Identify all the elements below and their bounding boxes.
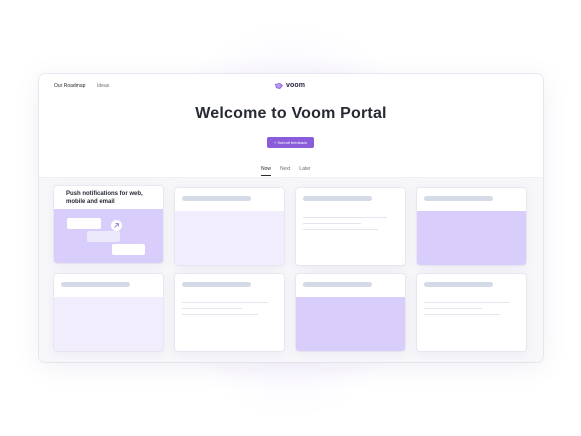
chat-bubble-icon bbox=[67, 218, 101, 229]
arrow-up-right-icon bbox=[111, 220, 122, 231]
placeholder-line bbox=[424, 308, 482, 309]
placeholder-line bbox=[303, 229, 378, 230]
nav-our-roadmap[interactable]: Our Roadmap bbox=[54, 83, 85, 89]
chat-bubble-icon bbox=[112, 244, 145, 255]
placeholder-line bbox=[182, 302, 268, 303]
roadmap-card[interactable] bbox=[296, 274, 405, 351]
roadmap-card[interactable] bbox=[417, 274, 526, 351]
placeholder-line bbox=[424, 302, 510, 303]
brand-name: voom bbox=[286, 82, 306, 89]
page-title: Welcome to Voom Portal bbox=[195, 105, 387, 122]
placeholder-bar bbox=[303, 282, 372, 287]
chat-bubble-icon bbox=[87, 231, 120, 242]
placeholder-bar bbox=[424, 282, 493, 287]
placeholder-line bbox=[182, 314, 258, 315]
placeholder-line bbox=[424, 314, 500, 315]
card-image-placeholder bbox=[54, 297, 163, 351]
card-image-placeholder bbox=[296, 297, 405, 351]
nav-ideas[interactable]: Ideas bbox=[97, 83, 109, 89]
app-window: Our Roadmap Ideas voom Welcome to Voom P… bbox=[39, 74, 543, 362]
placeholder-bar bbox=[424, 196, 493, 201]
placeholder-line bbox=[182, 308, 242, 309]
roadmap-tabs: Now Next Later bbox=[261, 166, 311, 176]
roadmap-card[interactable] bbox=[296, 188, 405, 265]
placeholder-bar bbox=[61, 282, 130, 287]
placeholder-line bbox=[303, 217, 387, 218]
feature-card[interactable]: Push notifications for web, mobile and e… bbox=[54, 186, 163, 263]
placeholder-bar bbox=[182, 196, 251, 201]
placeholder-bar bbox=[182, 282, 251, 287]
card-image-placeholder bbox=[175, 211, 284, 265]
tab-later[interactable]: Later bbox=[299, 166, 310, 176]
card-image-placeholder bbox=[417, 211, 526, 265]
top-navigation: Our Roadmap Ideas voom bbox=[39, 74, 543, 100]
roadmap-card[interactable] bbox=[175, 274, 284, 351]
tab-now[interactable]: Now bbox=[261, 166, 272, 176]
roadmap-card[interactable] bbox=[54, 274, 163, 351]
placeholder-bar bbox=[303, 196, 372, 201]
tab-next[interactable]: Next bbox=[280, 166, 290, 176]
submit-feedback-button[interactable]: + Submit feedback bbox=[267, 137, 314, 148]
voom-logo-icon bbox=[275, 82, 283, 89]
roadmap-board: Push notifications for web, mobile and e… bbox=[39, 177, 543, 362]
placeholder-line bbox=[303, 223, 361, 224]
feature-card-title: Push notifications for web, mobile and e… bbox=[66, 191, 143, 205]
brand-logo[interactable]: voom bbox=[275, 82, 305, 89]
roadmap-card[interactable] bbox=[417, 188, 526, 265]
feature-card-illustration bbox=[54, 209, 163, 263]
roadmap-card[interactable] bbox=[175, 188, 284, 265]
